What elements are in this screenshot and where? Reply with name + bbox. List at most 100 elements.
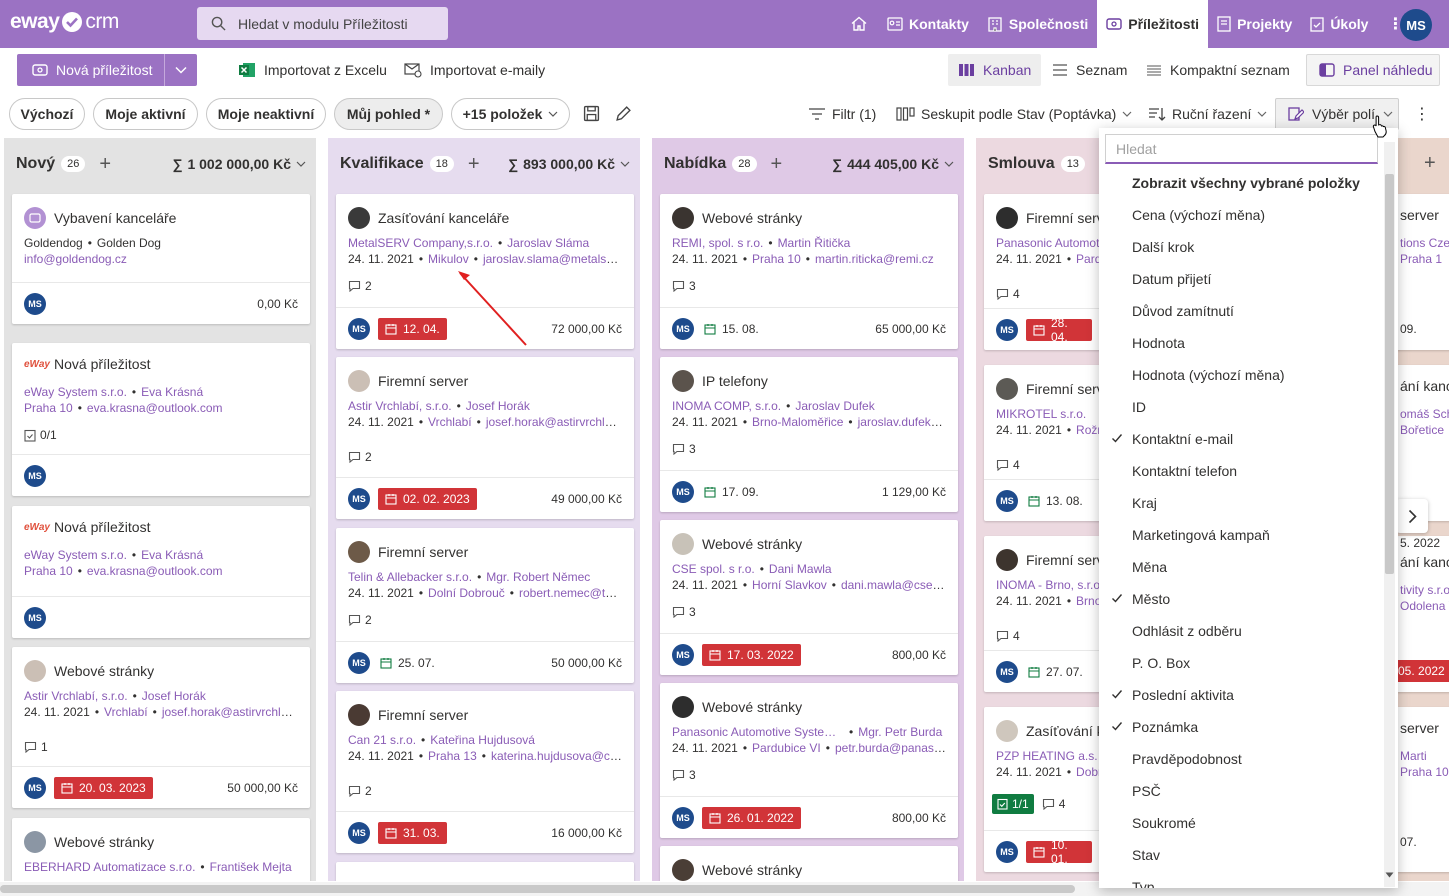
field-option[interactable]: ID bbox=[1099, 391, 1379, 423]
preview-panel-button[interactable]: Panel náhledu bbox=[1306, 54, 1440, 86]
field-option[interactable]: Důvod zamítnutí bbox=[1099, 295, 1379, 327]
card-contact[interactable]: František Mejta bbox=[210, 860, 292, 874]
field-option[interactable]: Poznámka bbox=[1099, 711, 1379, 743]
show-all-selected[interactable]: Zobrazit všechny vybrané položky bbox=[1099, 167, 1379, 199]
opportunity-card[interactable]: Vybavení kanceláře Goldendog • Golden Dog … bbox=[12, 194, 310, 324]
card-company[interactable]: eWay System s.r.o. bbox=[24, 385, 127, 399]
more-options-icon[interactable]: ⋮ bbox=[1414, 104, 1430, 124]
card-company[interactable]: Astir Vrchlabí, s.r.o. bbox=[348, 399, 452, 413]
field-option[interactable]: Datum přijetí bbox=[1099, 263, 1379, 295]
card-company[interactable]: CSE spol. s r.o. bbox=[672, 562, 755, 576]
scroll-down-icon[interactable] bbox=[1385, 872, 1394, 878]
opportunity-card[interactable]: Zasíťování kanceláře PZP HEATING a.s. 24… bbox=[984, 707, 1104, 872]
field-option[interactable]: Marketingová kampaň bbox=[1099, 519, 1379, 551]
card-company[interactable]: MetalSERV Company,s.r.o. bbox=[348, 236, 493, 250]
nav-ukoly[interactable]: Úkoly bbox=[1301, 0, 1377, 48]
card-company[interactable]: INOMA COMP, s.r.o. bbox=[672, 399, 781, 413]
opportunity-card[interactable]: Firemní server Can 21 s.r.o. • Kateřina Hu… bbox=[336, 691, 634, 853]
opportunity-card[interactable]: Webové stránky EBERHARD Automatizace s.r… bbox=[12, 818, 310, 881]
card-city[interactable]: Praha 10 bbox=[24, 564, 73, 578]
field-option[interactable]: Město bbox=[1099, 583, 1379, 615]
field-option[interactable]: Soukromé bbox=[1099, 807, 1379, 839]
view-pill-my-view[interactable]: Můj pohled * bbox=[334, 98, 443, 130]
card-email[interactable]: info@goldendog.cz bbox=[24, 252, 299, 266]
opportunity-card[interactable]: Webové stránky CSE spol. s r.o. • Dani Maw… bbox=[660, 520, 958, 675]
card-contact[interactable]: Mgr. Petr Burda bbox=[858, 725, 942, 739]
board-scroll-thumb[interactable] bbox=[0, 885, 1075, 893]
search-input[interactable]: Hledat v modulu Příležitosti bbox=[238, 16, 408, 32]
field-option[interactable]: Měna bbox=[1099, 551, 1379, 583]
new-opportunity-dropdown[interactable] bbox=[165, 66, 197, 74]
column-sum[interactable]: ∑ 444 405,00 Kč bbox=[832, 156, 954, 172]
nav-prilezitosti[interactable]: Příležitosti bbox=[1097, 0, 1209, 48]
field-option[interactable]: Stav bbox=[1099, 839, 1379, 871]
field-option[interactable]: Odhlásit z odběru bbox=[1099, 615, 1379, 647]
card-company[interactable]: tions Czech bbox=[1400, 236, 1449, 250]
view-pill-default[interactable]: Výchozí bbox=[9, 98, 85, 130]
opportunity-card[interactable]: eWay Nová příležitost eWay System s.r.o.… bbox=[12, 343, 310, 496]
card-company[interactable]: REMI, spol. s r.o. bbox=[672, 236, 763, 250]
card-email[interactable]: jaroslav.slama@metalserv.cz bbox=[483, 252, 623, 266]
filter-button[interactable]: Filtr (1) bbox=[808, 106, 876, 122]
field-search-input[interactable]: Hledat bbox=[1105, 134, 1378, 164]
card-city[interactable]: Praha 10 bbox=[24, 401, 73, 415]
opportunity-card[interactable]: Webové stránky Astir Vrchlabí, s.r.o. • Jo… bbox=[12, 647, 310, 808]
card-contact[interactable]: Kateřina Hujdusová bbox=[430, 733, 535, 747]
opportunity-card[interactable]: Firemní server Panasonic Automotive 24. … bbox=[984, 194, 1104, 350]
column-sum[interactable]: ∑ 893 000,00 Kč bbox=[508, 156, 630, 172]
opportunity-card[interactable]: Webové stránky bbox=[660, 846, 958, 881]
add-card-icon[interactable]: + bbox=[771, 153, 783, 176]
field-option[interactable]: Další krok bbox=[1099, 231, 1379, 263]
field-option[interactable]: Hodnota (výchozí měna) bbox=[1099, 359, 1379, 391]
card-email[interactable]: eva.krasna@outlook.com bbox=[87, 564, 223, 578]
card-contact[interactable]: Josef Horák bbox=[142, 689, 206, 703]
field-option[interactable]: Hodnota bbox=[1099, 327, 1379, 359]
card-company[interactable]: Panasonic Automotive Systems Czech bbox=[672, 725, 844, 739]
add-card-icon[interactable]: + bbox=[468, 153, 480, 176]
card-email[interactable]: robert.nemec@telin.cz bbox=[519, 586, 623, 600]
opportunity-card[interactable]: Webové stránky Panasonic Automotive Syst… bbox=[660, 683, 958, 838]
card-company[interactable]: tivity s.r.o. bbox=[1400, 583, 1449, 597]
sort-button[interactable]: Ruční řazení bbox=[1148, 106, 1267, 122]
user-avatar[interactable]: MS bbox=[1400, 9, 1432, 41]
eway-logo[interactable]: eway crm bbox=[10, 10, 119, 34]
card-company[interactable]: Telin & Allebacker s.r.o. bbox=[348, 570, 472, 584]
card-city[interactable]: Dolní Dobrouč bbox=[428, 586, 505, 600]
card-email[interactable]: martin.riticka@remi.cz bbox=[815, 252, 934, 266]
view-pill-my-inactive[interactable]: Moje neaktivní bbox=[206, 98, 326, 130]
view-kanban[interactable]: Kanban bbox=[948, 54, 1042, 86]
opportunity-card[interactable]: 5. 2022 ání kanc tivity s.r.o. Odolena V… bbox=[1396, 536, 1449, 692]
card-company[interactable]: Astir Vrchlabí, s.r.o. bbox=[24, 689, 128, 703]
card-email[interactable]: eva.krasna@outlook.com bbox=[87, 401, 223, 415]
field-option[interactable]: Kontaktní telefon bbox=[1099, 455, 1379, 487]
card-city[interactable]: Mikulov bbox=[428, 252, 469, 266]
card-city[interactable]: Vrchlabí bbox=[428, 415, 472, 429]
opportunity-card[interactable]: eWay Nová příležitost eWay System s.r.o.… bbox=[12, 506, 310, 638]
opportunity-card[interactable]: Firemní server Telin & Allebacker s.r.o.… bbox=[336, 528, 634, 683]
view-pill-my-active[interactable]: Moje aktivní bbox=[93, 98, 198, 130]
card-city[interactable]: Horní Slavkov bbox=[752, 578, 827, 592]
opportunity-card[interactable]: Firemní server MIKROTEL s.r.o. 24. 11. 2… bbox=[984, 365, 1104, 521]
card-email[interactable]: josef.horak@astirvrchlabi.cz bbox=[486, 415, 623, 429]
field-option[interactable]: Typ bbox=[1099, 871, 1379, 888]
card-city[interactable]: Praha 13 bbox=[428, 749, 477, 763]
card-contact[interactable]: omáš Sche bbox=[1400, 407, 1449, 421]
card-company[interactable]: PZP HEATING a.s. bbox=[996, 749, 1104, 763]
opportunity-card[interactable]: Firemní server INOMA - Brno, s.r.o. 24. … bbox=[984, 536, 1104, 692]
card-city[interactable]: Pardubice VI bbox=[752, 741, 821, 755]
view-compact[interactable]: Kompaktní seznam bbox=[1136, 54, 1300, 86]
edit-view-button[interactable] bbox=[615, 105, 632, 122]
view-list[interactable]: Seznam bbox=[1042, 54, 1137, 86]
card-contact[interactable]: Mgr. Robert Němec bbox=[486, 570, 590, 584]
save-view-button[interactable] bbox=[583, 105, 600, 122]
card-company[interactable]: EBERHARD Automatizace s.r.o. bbox=[24, 860, 195, 874]
field-option[interactable]: Kraj bbox=[1099, 487, 1379, 519]
opportunity-card[interactable] bbox=[336, 862, 634, 881]
card-city[interactable]: Bořetice bbox=[1400, 423, 1449, 437]
field-option[interactable]: P. O. Box bbox=[1099, 647, 1379, 679]
opportunity-card[interactable]: Webové stránky REMI, spol. s r.o. • Martin… bbox=[660, 194, 958, 349]
card-contact[interactable]: Eva Krásná bbox=[141, 548, 203, 562]
card-email[interactable]: dani.mawla@cse.cz bbox=[841, 578, 947, 592]
card-city[interactable]: Vrchlabí bbox=[104, 705, 148, 719]
field-option[interactable]: Kontaktní e-mail bbox=[1099, 423, 1379, 455]
